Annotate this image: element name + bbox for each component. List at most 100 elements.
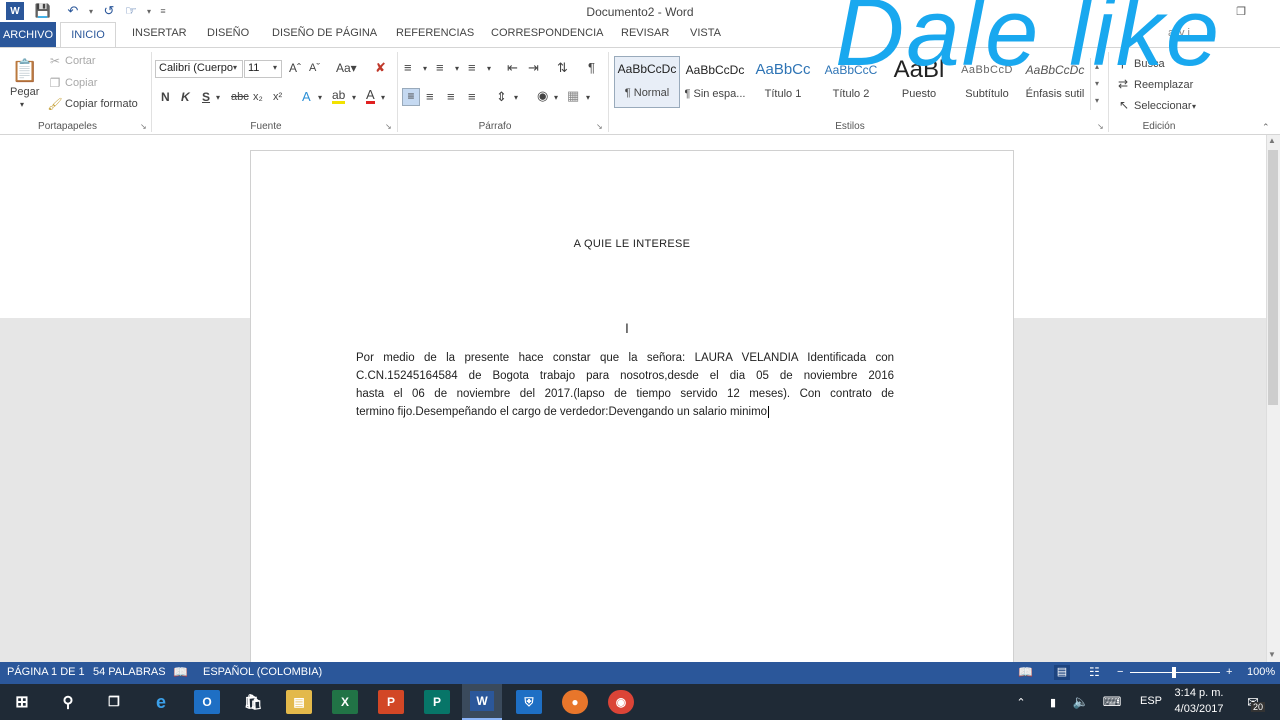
defender-icon[interactable]: ⛨ bbox=[516, 690, 542, 714]
highlight-dropdown-icon[interactable]: ▾ bbox=[352, 93, 356, 102]
outlook-icon[interactable]: O bbox=[194, 690, 220, 714]
excel-icon[interactable]: X bbox=[332, 690, 358, 714]
multilevel-list-icon[interactable]: ≡ bbox=[468, 60, 476, 75]
task-view-icon[interactable]: ❐ bbox=[101, 690, 127, 714]
multilevel-dropdown-icon[interactable]: ▾ bbox=[487, 64, 491, 73]
numbering-dropdown-icon[interactable]: ▾ bbox=[455, 64, 459, 73]
zoom-out-icon[interactable]: − bbox=[1117, 666, 1123, 678]
style-no-spacing[interactable]: AaBbCcDc ¶ Sin espa... bbox=[682, 58, 748, 110]
store-icon[interactable]: 🛍 bbox=[240, 690, 266, 714]
scroll-up-icon[interactable]: ▲ bbox=[1268, 136, 1276, 145]
tab-diseno-pagina[interactable]: DISEÑO DE PÁGINA bbox=[272, 27, 377, 39]
document-page[interactable] bbox=[250, 150, 1014, 690]
line-spacing-dropdown-icon[interactable]: ▾ bbox=[514, 93, 518, 102]
clear-formatting-icon[interactable]: ✘ bbox=[375, 60, 386, 76]
powerpoint-icon[interactable]: P bbox=[378, 690, 404, 714]
edge-icon[interactable]: e bbox=[148, 690, 174, 714]
sort-icon[interactable]: ⇅ bbox=[557, 60, 568, 76]
underline-dropdown-icon[interactable]: ▾ bbox=[216, 93, 220, 102]
read-mode-icon[interactable]: 📖 bbox=[1018, 665, 1033, 679]
font-name-combo[interactable]: Calibri (Cuerpo bbox=[155, 60, 243, 78]
highlight-icon[interactable]: ab bbox=[332, 89, 346, 104]
keyboard-icon[interactable]: ⌨ bbox=[1099, 690, 1125, 714]
borders-dropdown-icon[interactable]: ▾ bbox=[586, 93, 590, 102]
chrome-icon[interactable]: ◉ bbox=[608, 690, 634, 714]
collapse-ribbon-icon[interactable]: ⌃ bbox=[1262, 122, 1270, 133]
font-color-dropdown-icon[interactable]: ▾ bbox=[381, 93, 385, 102]
underline-button[interactable]: S bbox=[202, 90, 210, 104]
paste-button[interactable]: Pegar bbox=[10, 86, 39, 98]
paste-dropdown-icon[interactable]: ▾ bbox=[20, 100, 24, 109]
search-icon[interactable]: ⚲ bbox=[55, 690, 81, 714]
paste-icon[interactable]: 📋 bbox=[11, 56, 38, 86]
justify-icon[interactable]: ≡ bbox=[468, 89, 476, 104]
document-line[interactable]: C.CN.15245164584 de Bogota trabajo para … bbox=[356, 370, 894, 382]
format-painter-button[interactable]: Copiar formato bbox=[65, 98, 138, 110]
numbering-icon[interactable]: ≡ bbox=[436, 60, 444, 75]
page-count[interactable]: PÁGINA 1 DE 1 bbox=[7, 666, 85, 678]
grow-font-icon[interactable]: Aˆ bbox=[289, 61, 301, 75]
windows-start-icon[interactable]: ⊞ bbox=[9, 690, 35, 714]
word-taskbar-button[interactable]: W bbox=[462, 684, 502, 720]
borders-icon[interactable]: ▦ bbox=[567, 88, 579, 104]
strikethrough-icon[interactable]: abc bbox=[231, 91, 249, 103]
print-layout-icon[interactable]: ▤ bbox=[1054, 665, 1070, 680]
shading-icon[interactable]: ◉ bbox=[537, 88, 548, 104]
style-heading-1[interactable]: AaBbCc Título 1 bbox=[750, 58, 816, 110]
document-line[interactable]: termino fijo.Desempeñando el cargo de ve… bbox=[356, 406, 770, 418]
battery-icon[interactable]: ▮ bbox=[1040, 690, 1066, 714]
subscript-icon[interactable]: x₂ bbox=[253, 91, 263, 103]
volume-icon[interactable]: 🔈 bbox=[1068, 690, 1094, 714]
zoom-in-icon[interactable]: + bbox=[1226, 666, 1232, 678]
web-layout-icon[interactable]: ☷ bbox=[1089, 665, 1100, 679]
text-effects-icon[interactable]: A bbox=[302, 89, 311, 104]
document-line[interactable]: hasta el 06 de noviembre del 2017.(lapso… bbox=[356, 388, 894, 400]
bullets-icon[interactable]: ≡ bbox=[404, 60, 412, 75]
tray-chevron-icon[interactable]: ⌃ bbox=[1008, 690, 1034, 714]
tab-referencias[interactable]: REFERENCIAS bbox=[396, 27, 474, 39]
tab-inicio[interactable]: INICIO bbox=[60, 22, 116, 47]
publisher-icon[interactable]: P bbox=[424, 690, 450, 714]
decrease-indent-icon[interactable]: ⇤ bbox=[507, 60, 518, 76]
word-count[interactable]: 54 PALABRAS bbox=[93, 666, 166, 678]
language-status[interactable]: ESPAÑOL (COLOMBIA) bbox=[203, 666, 322, 678]
document-heading[interactable]: A QUIE LE INTERESE bbox=[250, 238, 1014, 250]
shrink-font-icon[interactable]: Aˇ bbox=[309, 62, 320, 74]
select-button[interactable]: Seleccionar bbox=[1134, 100, 1191, 112]
shading-dropdown-icon[interactable]: ▾ bbox=[554, 93, 558, 102]
align-right-icon[interactable]: ≡ bbox=[447, 89, 455, 104]
clock-time[interactable]: 3:14 p. m. bbox=[1174, 687, 1224, 699]
font-color-icon[interactable]: A bbox=[366, 88, 375, 104]
tab-insertar[interactable]: INSERTAR bbox=[132, 27, 187, 39]
show-marks-icon[interactable]: ¶ bbox=[588, 60, 595, 75]
firefox-icon[interactable]: ● bbox=[562, 690, 588, 714]
style-normal[interactable]: AaBbCcDc ¶ Normal bbox=[614, 56, 680, 108]
italic-button[interactable]: K bbox=[181, 90, 190, 104]
file-explorer-icon[interactable]: ▤ bbox=[286, 690, 312, 714]
zoom-level[interactable]: 100% bbox=[1247, 666, 1275, 678]
copy-button[interactable]: Copiar bbox=[65, 77, 97, 89]
align-center-icon[interactable]: ≡ bbox=[426, 89, 434, 104]
tab-revisar[interactable]: REVISAR bbox=[621, 27, 669, 39]
line-spacing-icon[interactable]: ⇕ bbox=[496, 89, 507, 105]
superscript-icon[interactable]: x² bbox=[273, 91, 282, 103]
styles-launcher-icon[interactable]: ↘ bbox=[1097, 122, 1104, 131]
font-name-dropdown-icon[interactable]: ▾ bbox=[233, 63, 237, 72]
tab-vista[interactable]: VISTA bbox=[690, 27, 721, 39]
paragraph-launcher-icon[interactable]: ↘ bbox=[596, 122, 603, 131]
bold-button[interactable]: N bbox=[161, 90, 170, 104]
align-left-button[interactable]: ≡ bbox=[402, 88, 420, 106]
cut-button[interactable]: Cortar bbox=[65, 55, 96, 67]
scroll-down-icon[interactable]: ▼ bbox=[1268, 650, 1276, 659]
tab-diseno[interactable]: DISEÑO bbox=[207, 27, 249, 39]
zoom-slider-thumb[interactable] bbox=[1172, 667, 1176, 678]
clipboard-launcher-icon[interactable]: ↘ bbox=[140, 122, 147, 131]
text-effects-dropdown-icon[interactable]: ▾ bbox=[318, 93, 322, 102]
font-launcher-icon[interactable]: ↘ bbox=[385, 122, 392, 131]
tab-archivo[interactable]: ARCHIVO bbox=[0, 22, 56, 47]
input-language[interactable]: ESP bbox=[1140, 695, 1162, 707]
tab-correspondencia[interactable]: CORRESPONDENCIA bbox=[491, 27, 603, 39]
bullets-dropdown-icon[interactable]: ▾ bbox=[423, 64, 427, 73]
select-dropdown-icon[interactable]: ▾ bbox=[1192, 102, 1196, 111]
restore-window-icon[interactable]: ❐ bbox=[1232, 2, 1250, 20]
